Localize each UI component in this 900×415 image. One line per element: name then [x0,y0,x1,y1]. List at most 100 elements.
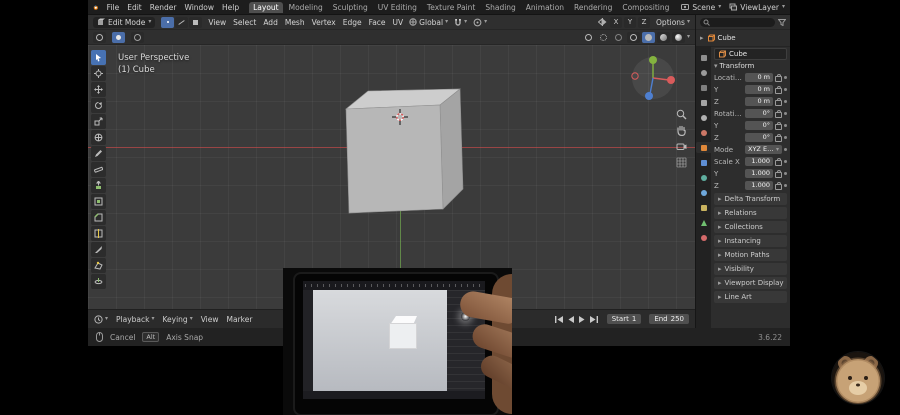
rotation-x-input[interactable]: 0° [745,109,773,118]
filter-icon[interactable] [778,18,786,26]
tool-extrude[interactable] [91,178,106,193]
jump-to-end-button[interactable] [589,315,599,324]
outliner-item-cube[interactable]: ▸ Cube [696,30,790,47]
tool-select-box[interactable] [91,50,106,65]
panel-instancing[interactable]: ▸ Instancing [714,235,787,247]
animate-dot[interactable] [784,172,787,175]
scale-z-input[interactable]: 1.000 [745,181,773,190]
gizmo-axis-x[interactable] [667,76,675,84]
tool-poly-build[interactable] [91,258,106,273]
menu-view-timeline[interactable]: View [201,315,219,324]
tab-modeling[interactable]: Modeling [285,2,327,13]
jump-to-start-button[interactable] [554,315,564,324]
animate-dot[interactable] [784,148,787,151]
tab-texture-paint[interactable]: Texture Paint [423,2,479,13]
tab-shading[interactable]: Shading [481,2,519,13]
ptab-constraints[interactable] [696,202,711,213]
editor-type-dropdown[interactable]: ▾ [94,314,108,324]
ptab-world[interactable] [696,127,711,138]
blender-logo-icon[interactable] [93,2,99,13]
panel-collections[interactable]: ▸ Collections [714,221,787,233]
zoom-icon[interactable] [676,109,687,120]
gizmo-toggle-button[interactable] [131,31,144,43]
play-button[interactable] [578,315,586,324]
mode-dropdown[interactable]: Edit Mode ▾ [93,16,156,28]
scale-x-input[interactable]: 1.000 [745,157,773,166]
menu-marker[interactable]: Marker [227,315,253,324]
shading-material-button[interactable] [656,31,670,43]
tab-compositing[interactable]: Compositing [618,2,673,13]
vertex-select-button[interactable] [161,16,175,28]
ptab-physics[interactable] [696,187,711,198]
ptab-scene[interactable] [696,112,711,123]
tool-transform[interactable] [91,130,106,145]
menu-file[interactable]: File [107,3,120,12]
animate-dot[interactable] [784,112,787,115]
panel-line-art[interactable]: ▸ Line Art [714,291,787,303]
animate-dot[interactable] [784,184,787,187]
mirror-z-toggle[interactable]: Z [638,16,651,28]
scene-selector[interactable]: Scene ▾ [681,3,721,12]
menu-select[interactable]: Select [233,18,256,27]
animate-dot[interactable] [784,124,787,127]
face-select-button[interactable] [189,16,203,28]
proportional-edit-controls[interactable]: ▾ [473,18,487,27]
shading-solid-button[interactable] [641,31,655,43]
object-name-field[interactable]: Cube [714,48,787,60]
tab-sculpting[interactable]: Sculpting [329,2,372,13]
lock-icon[interactable] [775,133,782,142]
lock-icon[interactable] [775,181,782,190]
menu-add[interactable]: Add [263,18,278,27]
camera-view-icon[interactable] [676,141,687,152]
snapping-controls[interactable]: ▾ [454,18,467,27]
ptab-output[interactable] [696,82,711,93]
menu-keying[interactable]: Keying ▾ [163,315,193,324]
mirror-x-toggle[interactable]: X [610,16,623,28]
frame-end-field[interactable]: End 250 [649,314,689,324]
tool-move[interactable] [91,82,106,97]
ptab-view-layer[interactable] [696,97,711,108]
tab-layout[interactable]: Layout [249,1,283,13]
frame-start-field[interactable]: Start 1 [606,314,642,324]
tool-scale[interactable] [91,114,106,129]
menu-edit[interactable]: Edit [127,3,142,12]
tool-loop-cut[interactable] [91,226,106,241]
lock-icon[interactable] [775,157,782,166]
tool-inset[interactable] [91,194,106,209]
navigation-gizmo[interactable] [628,53,678,103]
animate-dot[interactable] [784,100,787,103]
edge-select-button[interactable] [175,16,189,28]
panel-delta-transform[interactable]: ▸ Delta Transform [714,193,787,205]
panel-viewport-display[interactable]: ▸ Viewport Display [714,277,787,289]
location-z-input[interactable]: 0 m [745,97,773,106]
orientation-dropdown[interactable]: Global ▾ [409,18,448,27]
ptab-object-data[interactable] [696,217,711,228]
play-reverse-button[interactable] [567,315,575,324]
tool-spin[interactable] [91,274,106,289]
panel-visibility[interactable]: ▸ Visibility [714,263,787,275]
rotation-z-input[interactable]: 0° [745,133,773,142]
animate-dot[interactable] [784,160,787,163]
rotation-y-input[interactable]: 0° [745,121,773,130]
lock-icon[interactable] [775,97,782,106]
tool-annotate[interactable] [91,146,106,161]
menu-view[interactable]: View [208,18,226,27]
lock-icon[interactable] [775,109,782,118]
cube-mesh[interactable] [338,85,468,220]
tool-rotate[interactable] [91,98,106,113]
ptab-tool[interactable] [696,52,711,63]
tab-animation[interactable]: Animation [522,2,568,13]
ptab-particles[interactable] [696,172,711,183]
ptab-material[interactable] [696,232,711,243]
rotation-mode-dropdown[interactable]: XYZ Euler▾ [745,145,782,154]
show-gizmo-button[interactable] [582,32,595,43]
pan-hand-icon[interactable] [676,125,687,136]
tool-bevel[interactable] [91,210,106,225]
menu-vertex[interactable]: Vertex [312,18,336,27]
tool-measure[interactable] [91,162,106,177]
grid-toggle-icon[interactable] [676,157,687,168]
menu-help[interactable]: Help [222,3,239,12]
menu-window[interactable]: Window [184,3,214,12]
gizmo-axis-y[interactable] [649,56,657,64]
xray-toggle-button[interactable] [612,32,625,43]
